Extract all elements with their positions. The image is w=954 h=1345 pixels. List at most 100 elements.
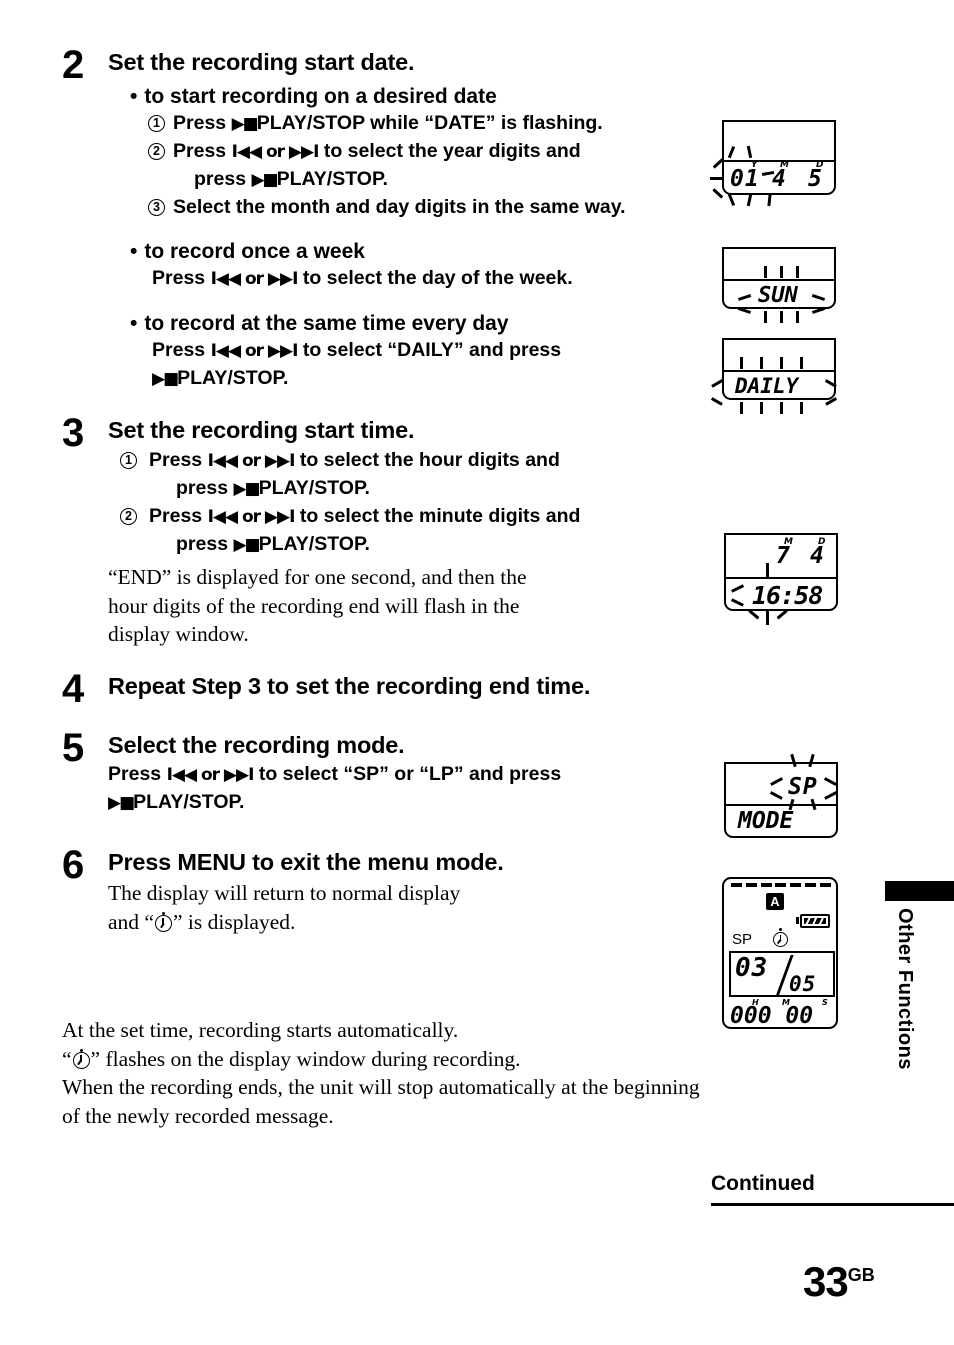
circled-number-2: 2	[118, 503, 139, 530]
step-5-text: Press I◀◀ or ▶▶I to select “SP” or “LP” …	[108, 761, 702, 789]
label-seconds: S	[822, 998, 828, 1007]
list-item: 1 Press ▶■PLAY/STOP while “DATE” is flas…	[146, 110, 682, 138]
folder-badge: A	[766, 893, 784, 910]
prev-next-icon: I◀◀ or ▶▶I	[166, 765, 255, 785]
text: Press	[108, 763, 167, 785]
time-counter: 000 00	[730, 1003, 814, 1029]
step-2-bullet-3-title: • to record at the same time every day	[130, 312, 509, 335]
lcd-weekday-display: SUN	[722, 247, 836, 323]
step-3: 3 Set the recording start time. 1 Press …	[62, 413, 702, 649]
step-6-number: 6	[62, 843, 84, 887]
step-2: 2 Set the recording start date. • to star…	[62, 43, 682, 393]
text: Press	[149, 505, 208, 527]
battery-icon	[800, 914, 830, 928]
list-item: 3 Select the month and day digits in the…	[146, 194, 682, 221]
step-2-heading: Set the recording start date.	[108, 49, 415, 75]
lcd-date-display: Y M D 01 4 5	[710, 120, 836, 207]
step-2-number: 2	[62, 43, 84, 87]
text: “	[62, 1046, 72, 1071]
prev-next-icon: I◀◀ or ▶▶I	[207, 507, 296, 527]
message-counter-box: 03 05	[729, 951, 835, 997]
prev-next-icon: I◀◀ or ▶▶I	[210, 269, 299, 289]
closing-line-2: “ ” flashes on the display window during …	[62, 1045, 872, 1074]
timer-clock-icon	[773, 928, 788, 947]
list-item-continuation: press ▶■PLAY/STOP.	[118, 531, 702, 559]
lcd-normal-display: A SP 03 05 H M S 000 00	[722, 877, 838, 1029]
page-number-suffix: GB	[847, 1265, 875, 1285]
step-6-note: The display will return to normal displa…	[108, 879, 702, 936]
circled-number-1: 1	[118, 447, 139, 474]
text: to select the day of the week.	[297, 267, 573, 289]
step-2-bullet-3-text-line2: ▶■PLAY/STOP.	[152, 365, 682, 393]
step-4: 4 Repeat Step 3 to set the recording end…	[62, 669, 702, 709]
time-month-value: 7	[776, 543, 791, 569]
text: PLAY/STOP.	[177, 367, 289, 389]
text: Press	[152, 267, 211, 289]
daily-value: DAILY	[735, 374, 799, 398]
mode-value: SP	[788, 774, 818, 800]
page-number-value: 33	[803, 1258, 849, 1305]
text: to select the year digits and	[318, 140, 581, 162]
battery-terminal-icon	[796, 917, 799, 924]
message-total: 05	[789, 972, 817, 996]
step-3-note: “END” is displayed for one second, and t…	[108, 563, 702, 649]
text: press	[194, 168, 252, 190]
step-5-number: 5	[62, 726, 84, 770]
date-day-value: 5	[808, 166, 823, 192]
step-2-bullet-2-title: • to record once a week	[130, 240, 365, 263]
play-stop-icon: ▶■	[251, 170, 278, 190]
text: press	[176, 477, 234, 499]
message-current: 03	[735, 953, 769, 983]
play-stop-icon: ▶■	[233, 479, 260, 499]
play-stop-icon: ▶■	[108, 793, 135, 813]
step-5: 5 Select the recording mode. Press I◀◀ o…	[62, 726, 702, 817]
list-item: 2 Press I◀◀ or ▶▶I to select the year di…	[146, 138, 682, 166]
text: PLAY/STOP.	[133, 791, 245, 813]
text: Press	[152, 339, 211, 361]
step-5-text-line2: ▶■PLAY/STOP.	[108, 789, 702, 817]
play-stop-icon: ▶■	[152, 369, 179, 389]
note-line: and “ ” is displayed.	[108, 908, 702, 937]
timer-clock-icon	[72, 1049, 90, 1069]
step-2-bullet-1-items: 1 Press ▶■ PLAY/STOP while “DATE” is flas…	[146, 110, 682, 221]
closing-line-3: When the recording ends, the unit will s…	[62, 1075, 700, 1099]
mode-indicator: SP	[732, 931, 753, 948]
bullet-dot-icon: •	[130, 240, 138, 263]
text: press	[176, 533, 234, 555]
text: PLAY/STOP.	[276, 168, 388, 190]
text: Press	[173, 112, 232, 134]
note-line: “END” is displayed for one second, and t…	[108, 565, 527, 589]
step-4-heading: Repeat Step 3 to set the recording end t…	[108, 673, 591, 699]
manual-page: 2 Set the recording start date. • to star…	[0, 0, 954, 1345]
text: and “	[108, 909, 154, 934]
list-item-continuation: press ▶■PLAY/STOP.	[118, 475, 702, 503]
step-6: 6 Press MENU to exit the menu mode. The …	[62, 843, 702, 936]
text: to select “DAILY” and press	[297, 339, 562, 361]
weekday-value: SUN	[758, 283, 798, 308]
note-line: The display will return to normal displa…	[108, 881, 461, 905]
step-6-heading: Press MENU to exit the menu mode.	[108, 849, 504, 875]
step-2-bullet-1-title: • to start recording on a desired date	[130, 85, 497, 108]
footer-rule	[711, 1203, 954, 1206]
note-line: hour digits of the recording end will fl…	[108, 593, 520, 618]
text: ” is displayed.	[172, 909, 296, 934]
text: PLAY/STOP while “DATE” is flashing.	[256, 112, 603, 134]
lcd-start-time-display: M D 7 4 16:58	[724, 533, 838, 625]
text: to select the hour digits and	[294, 449, 560, 471]
section-tab-marker	[885, 881, 954, 901]
page-number: 33GB	[803, 1258, 875, 1306]
circled-number-1: 1	[146, 110, 167, 137]
text: PLAY/STOP.	[258, 533, 370, 555]
date-year-value: 01	[730, 166, 760, 192]
prev-next-icon: I◀◀ or ▶▶I	[210, 341, 299, 361]
section-tab-label: Other Functions	[894, 908, 916, 1070]
step-3-heading: Set the recording start time.	[108, 417, 415, 443]
time-day-value: 4	[810, 543, 825, 569]
step-2-bullet-3-text: Press I◀◀ or ▶▶I to select “DAILY” and p…	[152, 337, 682, 365]
time-value: 16:58	[752, 581, 823, 610]
closing-paragraph: At the set time, recording starts automa…	[62, 1016, 872, 1130]
step-3-items: 1 Press I◀◀ or ▶▶I to select the hour di…	[118, 447, 702, 559]
prev-next-icon: I◀◀ or ▶▶I	[231, 142, 320, 162]
text: ” flashes on the display window during r…	[90, 1046, 521, 1071]
timer-clock-icon	[154, 912, 172, 932]
